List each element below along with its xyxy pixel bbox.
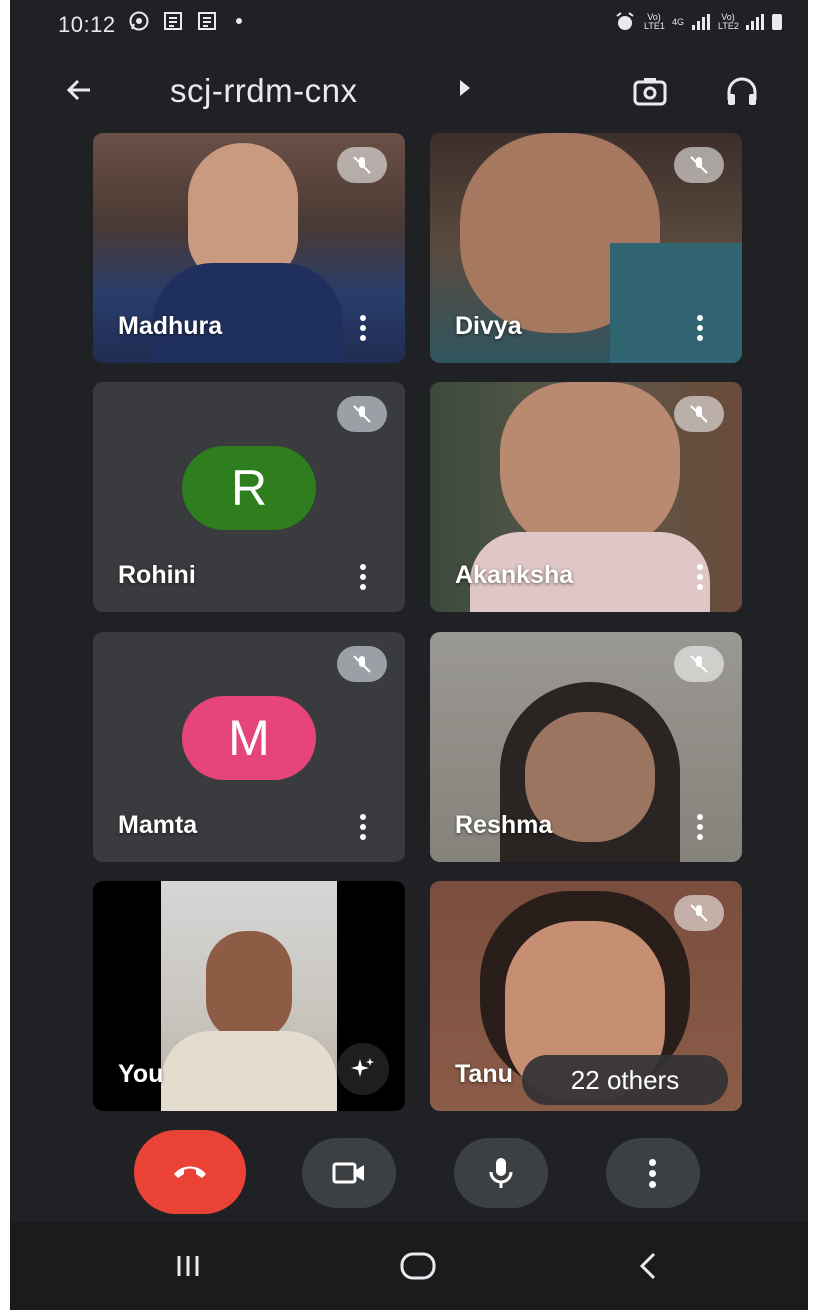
participant-name: Tanu — [455, 1060, 513, 1088]
call-controls — [10, 1130, 808, 1220]
mic-off-icon — [337, 396, 387, 432]
mic-off-icon — [337, 646, 387, 682]
home-button[interactable] — [388, 1250, 448, 1282]
status-bar: 10:12 Vo) LTE1 4G Vo) LTE2 — [10, 0, 808, 52]
participant-name: Divya — [455, 312, 522, 340]
signal-icon-1 — [692, 14, 710, 30]
switch-camera-icon[interactable] — [630, 72, 670, 112]
camera-button[interactable] — [302, 1138, 396, 1208]
network-label-3: Vo) LTE2 — [718, 12, 739, 31]
status-time: 10:12 — [58, 12, 116, 37]
more-vert-icon[interactable] — [359, 814, 367, 840]
meet-screen: 10:12 Vo) LTE1 4G Vo) LTE2 scj-rrdm-cnx — [10, 0, 808, 1310]
network-label-2: 4G — [671, 16, 684, 27]
back-arrow-icon[interactable] — [60, 70, 100, 110]
home-icon — [400, 1252, 436, 1280]
self-video — [161, 881, 337, 1111]
participant-tile-madhura[interactable]: Madhura — [93, 133, 405, 363]
battery-icon — [772, 14, 782, 30]
nav-back-button[interactable] — [618, 1250, 678, 1282]
others-badge[interactable]: 22 others — [522, 1055, 728, 1105]
camera-icon — [332, 1162, 364, 1184]
more-options-button[interactable] — [606, 1138, 700, 1208]
android-nav-bar — [10, 1222, 808, 1310]
network-label-1: Vo) LTE1 — [643, 12, 665, 31]
others-count: 22 others — [570, 1064, 680, 1095]
participant-name: You — [118, 1060, 164, 1088]
end-call-button[interactable] — [134, 1130, 246, 1214]
more-vert-icon[interactable] — [696, 564, 704, 590]
participant-tile-akanksha[interactable]: Akanksha — [430, 382, 742, 612]
more-vert-icon[interactable] — [696, 315, 704, 341]
more-vert-icon[interactable] — [696, 814, 704, 840]
avatar-initial: M — [228, 709, 270, 766]
system-icons: Vo) LTE1 4G Vo) LTE2 — [614, 12, 782, 32]
meeting-top-bar: scj-rrdm-cnx — [10, 58, 808, 122]
mic-icon — [489, 1158, 513, 1188]
meeting-details-arrow-icon[interactable] — [460, 80, 470, 96]
microphone-button[interactable] — [454, 1138, 548, 1208]
end-call-icon — [174, 1166, 206, 1178]
participant-name: Madhura — [118, 312, 223, 340]
avatar: R — [182, 445, 316, 530]
avatar-initial: R — [230, 459, 268, 516]
whatsapp-icon — [129, 11, 149, 31]
participant-name: Akanksha — [455, 561, 574, 589]
alarm-icon — [616, 12, 634, 30]
recents-icon — [177, 1256, 199, 1276]
participant-tile-rohini[interactable]: R Rohini — [93, 382, 405, 612]
recents-button[interactable] — [158, 1250, 218, 1282]
participant-name: Mamta — [118, 811, 198, 839]
effects-sparkle-icon[interactable] — [337, 1043, 389, 1095]
app-notification-icon-2 — [198, 12, 216, 30]
mic-off-icon — [674, 895, 724, 931]
participant-tile-you[interactable]: You — [93, 881, 405, 1111]
participant-name: Rohini — [118, 561, 196, 589]
nav-back-icon — [639, 1252, 656, 1280]
mic-off-icon — [337, 147, 387, 183]
participant-tile-reshma[interactable]: Reshma — [430, 632, 742, 862]
more-vert-icon — [649, 1158, 657, 1188]
mic-off-icon — [674, 396, 724, 432]
mic-off-icon — [674, 646, 724, 682]
avatar: M — [182, 695, 316, 780]
dot-icon — [236, 18, 242, 24]
meeting-code[interactable]: scj-rrdm-cnx — [170, 72, 357, 110]
more-vert-icon[interactable] — [359, 315, 367, 341]
app-notification-icon — [164, 12, 182, 30]
participant-name: Reshma — [455, 811, 553, 839]
participant-tile-divya[interactable]: Divya — [430, 133, 742, 363]
participant-tile-mamta[interactable]: M Mamta — [93, 632, 405, 862]
notification-icons — [128, 10, 242, 32]
mic-off-icon — [674, 147, 724, 183]
more-vert-icon[interactable] — [359, 564, 367, 590]
signal-icon-2 — [746, 14, 764, 30]
headphones-icon[interactable] — [722, 72, 762, 112]
